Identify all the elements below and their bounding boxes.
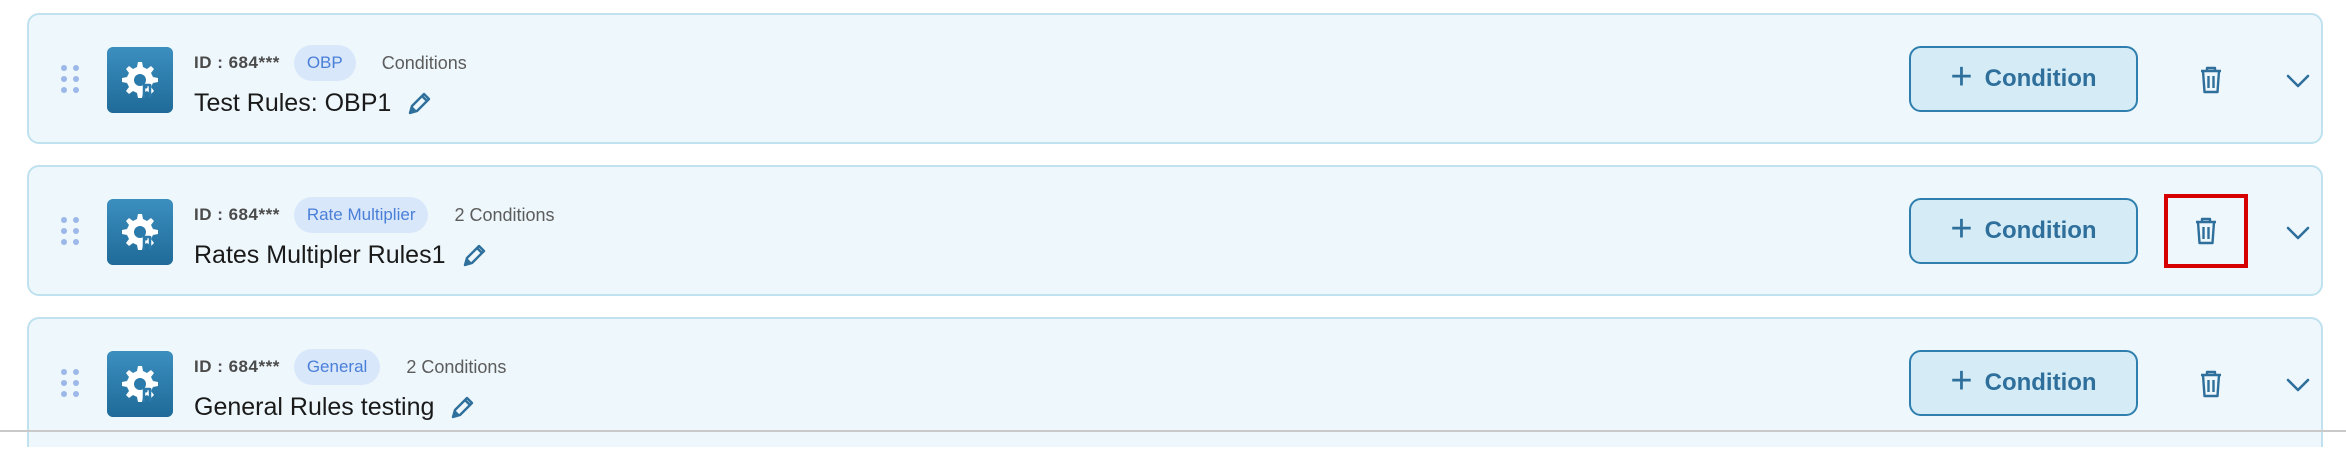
conditions-count: 2 Conditions [406,356,507,377]
trash-icon [2201,370,2221,398]
conditions-count: 2 Conditions [454,204,555,225]
rule-meta: ID : 684*** General 2 Conditions [194,349,506,385]
rule-type-badge: Rate Multiplier [293,197,429,233]
add-condition-label: Condition [1984,65,2097,92]
add-condition-label: Condition [1984,369,2097,396]
plus-icon: + [1950,360,1973,402]
rule-meta: ID : 684*** OBP Conditions [194,45,467,81]
rule-type-badge: OBP [293,45,356,81]
expand-button[interactable] [2280,215,2316,251]
expand-button[interactable] [2280,63,2316,99]
chevron-down-icon [2286,378,2310,392]
chevron-down-icon [2286,74,2310,88]
rule-card: ID : 684*** General 2 Conditions General… [27,317,2323,447]
rule-card: ID : 684*** OBP Conditions Test Rules: O… [27,13,2323,144]
drag-handle-icon[interactable] [61,369,81,397]
gear-rule-icon [107,199,173,265]
add-condition-button[interactable]: + Condition [1909,46,2138,112]
gear-rule-icon [107,47,173,113]
add-condition-button[interactable]: + Condition [1909,198,2138,264]
plus-icon: + [1950,208,1973,250]
rule-id: ID : 684*** [194,205,280,224]
expand-button[interactable] [2280,367,2316,403]
pencil-icon[interactable] [406,91,432,117]
rule-card: ID : 684*** Rate Multiplier 2 Conditions… [27,165,2323,296]
rule-name-text: Test Rules: OBP1 [194,89,392,117]
rule-name: General Rules testing [194,393,475,422]
conditions-count: Conditions [381,52,467,73]
chevron-down-icon [2286,226,2310,240]
gear-rule-icon [107,351,173,417]
rule-type-badge: General [293,349,381,385]
drag-handle-icon[interactable] [61,216,81,245]
delete-button[interactable] [2193,364,2229,404]
delete-button[interactable] [2193,60,2229,100]
add-condition-button[interactable]: + Condition [1909,350,2138,416]
rule-id: ID : 684*** [194,53,280,72]
rule-name: Rates Multipler Rules1 [194,241,487,270]
delete-button-highlighted[interactable] [2164,194,2248,268]
rule-name-text: General Rules testing [194,393,435,421]
plus-icon: + [1950,56,1973,98]
trash-icon [2196,217,2216,245]
rule-id: ID : 684*** [194,357,280,376]
rule-meta: ID : 684*** Rate Multiplier 2 Conditions [194,197,555,233]
pencil-icon[interactable] [461,243,487,269]
drag-handle-icon[interactable] [61,64,81,93]
rules-list: ID : 684*** OBP Conditions Test Rules: O… [27,13,2323,468]
rule-name-text: Rates Multipler Rules1 [194,241,446,269]
rule-name: Test Rules: OBP1 [194,89,432,118]
pencil-icon[interactable] [449,395,475,421]
add-condition-label: Condition [1984,217,2097,244]
trash-icon [2201,66,2221,94]
